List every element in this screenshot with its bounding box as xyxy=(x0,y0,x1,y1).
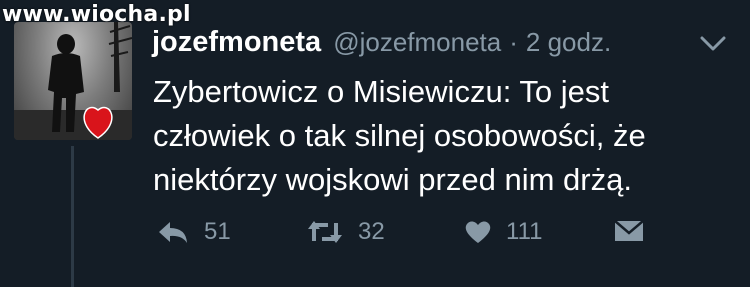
like-count: 111 xyxy=(506,218,543,245)
tweet-text-line: Zybertowicz o Misiewiczu: To jest xyxy=(153,74,609,109)
chevron-down-icon[interactable] xyxy=(700,36,726,52)
heart-icon xyxy=(465,221,491,243)
timestamp[interactable]: 2 godz. xyxy=(526,27,611,58)
thread-line xyxy=(71,146,74,287)
separator: · xyxy=(509,27,518,57)
avatar-image xyxy=(14,22,132,140)
user-handle[interactable]: @jozefmoneta xyxy=(333,27,501,58)
tweet-text-line: niektórzy wojskowi przed nim drżą. xyxy=(153,162,632,197)
reply-icon xyxy=(159,222,187,243)
tweet-header: jozefmoneta @jozefmoneta · 2 godz. xyxy=(152,26,611,59)
reply-count: 51 xyxy=(204,218,231,245)
like-button[interactable]: 111 xyxy=(464,218,542,246)
tweet-text-line: człowiek o tak silnej osobowości, że xyxy=(153,118,646,153)
direct-message-button[interactable] xyxy=(614,218,644,244)
retweet-button[interactable]: 32 xyxy=(306,218,385,246)
tweet-actions: 51 32 111 xyxy=(156,218,656,258)
watermark-logo: www.wiocha.pl xyxy=(2,2,191,27)
display-name[interactable]: jozefmoneta xyxy=(152,26,321,59)
retweet-count: 32 xyxy=(358,218,385,245)
envelope-icon xyxy=(614,220,644,241)
avatar[interactable] xyxy=(14,22,132,140)
tweet-text: Zybertowicz o Misiewiczu: To jest człowi… xyxy=(153,70,743,202)
reply-button[interactable]: 51 xyxy=(156,218,231,246)
retweet-icon xyxy=(308,221,342,243)
